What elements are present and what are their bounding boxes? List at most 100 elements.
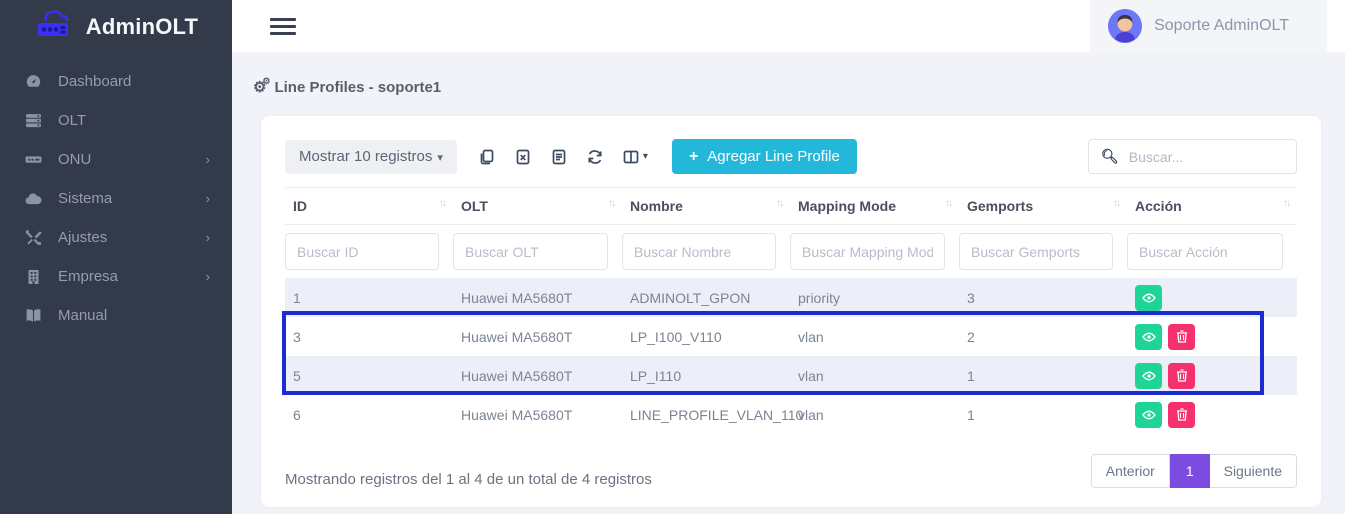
refresh-button[interactable]: [577, 143, 613, 171]
eye-icon: [1142, 292, 1156, 304]
file-text-icon: [551, 149, 567, 165]
manual-icon: [24, 307, 42, 325]
table-footer: Mostrando registros del 1 al 4 de un tot…: [285, 454, 1297, 488]
sidebar-item-label: OLT: [58, 112, 86, 129]
sidebar-item-sistema[interactable]: Sistema ›: [0, 179, 232, 218]
table-row: 1 Huawei MA5680T ADMINOLT_GPON priority …: [285, 278, 1297, 317]
cell-gemports: 3: [959, 278, 1127, 317]
export-excel-button[interactable]: [505, 143, 541, 171]
sort-icon[interactable]: ↑↓: [1113, 198, 1119, 209]
column-header-accion[interactable]: Acción↑↓: [1127, 188, 1297, 225]
sidebar-item-ajustes[interactable]: Ajustes ›: [0, 218, 232, 257]
filter-id-input[interactable]: [285, 233, 439, 270]
cell-gemports: 2: [959, 317, 1127, 356]
filter-row: [285, 225, 1297, 279]
sidebar: AdminOLT Dashboard OLT ONU › Sistema: [0, 0, 232, 514]
delete-button[interactable]: [1168, 363, 1195, 389]
column-header-gemports[interactable]: Gemports↑↓: [959, 188, 1127, 225]
cell-id: 1: [285, 278, 453, 317]
table-row: 3 Huawei MA5680T LP_I100_V110 vlan 2: [285, 317, 1297, 356]
hamburger-menu-icon[interactable]: [270, 14, 296, 39]
sidebar-item-label: ONU: [58, 151, 91, 168]
brand-name: AdminOLT: [86, 14, 198, 40]
sidebar-item-olt[interactable]: OLT: [0, 101, 232, 140]
export-file-button[interactable]: [541, 143, 577, 171]
column-header-nombre[interactable]: Nombre↑↓: [622, 188, 790, 225]
filter-mapping-mode-input[interactable]: [790, 233, 945, 270]
cell-id: 6: [285, 395, 453, 434]
column-visibility-button[interactable]: ▾: [613, 143, 658, 171]
pagination-previous-button[interactable]: Anterior: [1091, 454, 1170, 488]
add-line-profile-button[interactable]: + Agregar Line Profile: [672, 139, 857, 174]
records-info: Mostrando registros del 1 al 4 de un tot…: [285, 471, 652, 488]
view-button[interactable]: [1135, 402, 1162, 428]
user-name: Soporte AdminOLT: [1154, 17, 1289, 35]
cell-olt: Huawei MA5680T: [453, 356, 622, 395]
line-profiles-table: ID↑↓ OLT↑↓ Nombre↑↓ Mapping Mode↑↓ Gempo…: [285, 187, 1297, 434]
filter-accion-input[interactable]: [1127, 233, 1283, 270]
filter-gemports-input[interactable]: [959, 233, 1113, 270]
export-buttons: ▾: [469, 143, 658, 171]
excel-icon: [515, 149, 531, 165]
main-area: Soporte AdminOLT ⚙⚙ Line Profiles - sopo…: [232, 0, 1345, 514]
sort-icon[interactable]: ↑↓: [776, 198, 782, 209]
cell-id: 3: [285, 317, 453, 356]
avatar: [1108, 9, 1142, 43]
sidebar-item-empresa[interactable]: Empresa ›: [0, 257, 232, 296]
chevron-right-icon: ›: [206, 152, 210, 167]
pagination-next-button[interactable]: Siguiente: [1210, 454, 1297, 488]
add-line-profile-label: Agregar Line Profile: [707, 148, 840, 165]
table-header-row: ID↑↓ OLT↑↓ Nombre↑↓ Mapping Mode↑↓ Gempo…: [285, 188, 1297, 225]
cell-olt: Huawei MA5680T: [453, 395, 622, 434]
line-profiles-card: Mostrar 10 registros ▾: [261, 116, 1321, 507]
pagination: Anterior 1 Siguiente: [1091, 454, 1297, 488]
cell-mapping-mode: priority: [790, 278, 959, 317]
sort-icon[interactable]: ↑↓: [945, 198, 951, 209]
delete-button[interactable]: [1168, 402, 1195, 428]
olt-icon: [24, 112, 42, 130]
page-title-text: Line Profiles - soporte1: [274, 79, 441, 96]
search-input[interactable]: [1129, 149, 1284, 165]
length-menu-button[interactable]: Mostrar 10 registros ▾: [285, 140, 457, 174]
user-profile[interactable]: Soporte AdminOLT: [1090, 0, 1327, 52]
gears-icon: ⚙⚙: [253, 78, 266, 96]
cell-olt: Huawei MA5680T: [453, 278, 622, 317]
table-row: 6 Huawei MA5680T LINE_PROFILE_VLAN_110 v…: [285, 395, 1297, 434]
columns-icon: [623, 149, 639, 165]
filter-nombre-input[interactable]: [622, 233, 776, 270]
trash-icon: [1176, 408, 1188, 421]
sidebar-item-label: Ajustes: [58, 229, 107, 246]
content: ⚙⚙ Line Profiles - soporte1 Mostrar 10 r…: [232, 52, 1345, 514]
chevron-right-icon: ›: [206, 230, 210, 245]
table-wrap: ID↑↓ OLT↑↓ Nombre↑↓ Mapping Mode↑↓ Gempo…: [285, 187, 1297, 434]
view-button[interactable]: [1135, 363, 1162, 389]
empresa-icon: [24, 268, 42, 286]
sort-icon[interactable]: ↑↓: [1283, 198, 1289, 209]
pagination-page-1-button[interactable]: 1: [1170, 454, 1210, 488]
view-button[interactable]: [1135, 324, 1162, 350]
eye-icon: [1142, 409, 1156, 421]
sort-icon[interactable]: ↑↓: [439, 198, 445, 209]
delete-button[interactable]: [1168, 324, 1195, 350]
sidebar-item-onu[interactable]: ONU ›: [0, 140, 232, 179]
length-menu-label: Mostrar 10 registros: [299, 148, 432, 165]
page-title: ⚙⚙ Line Profiles - soporte1: [253, 78, 1321, 96]
sidebar-item-dashboard[interactable]: Dashboard: [0, 62, 232, 101]
copy-button[interactable]: [469, 143, 505, 171]
filter-olt-input[interactable]: [453, 233, 608, 270]
brand[interactable]: AdminOLT: [0, 0, 232, 54]
sort-icon[interactable]: ↑↓: [608, 198, 614, 209]
column-header-mapping-mode[interactable]: Mapping Mode↑↓: [790, 188, 959, 225]
column-header-id[interactable]: ID↑↓: [285, 188, 453, 225]
cell-mapping-mode: vlan: [790, 395, 959, 434]
trash-icon: [1176, 330, 1188, 343]
global-search: 🔍︎: [1088, 139, 1297, 174]
onu-icon: [24, 151, 42, 169]
copy-icon: [479, 149, 495, 165]
cell-nombre: ADMINOLT_GPON: [622, 278, 790, 317]
sidebar-item-manual[interactable]: Manual: [0, 296, 232, 335]
column-header-olt[interactable]: OLT↑↓: [453, 188, 622, 225]
caret-down-icon: ▾: [437, 152, 443, 164]
cell-mapping-mode: vlan: [790, 356, 959, 395]
view-button[interactable]: [1135, 285, 1162, 311]
